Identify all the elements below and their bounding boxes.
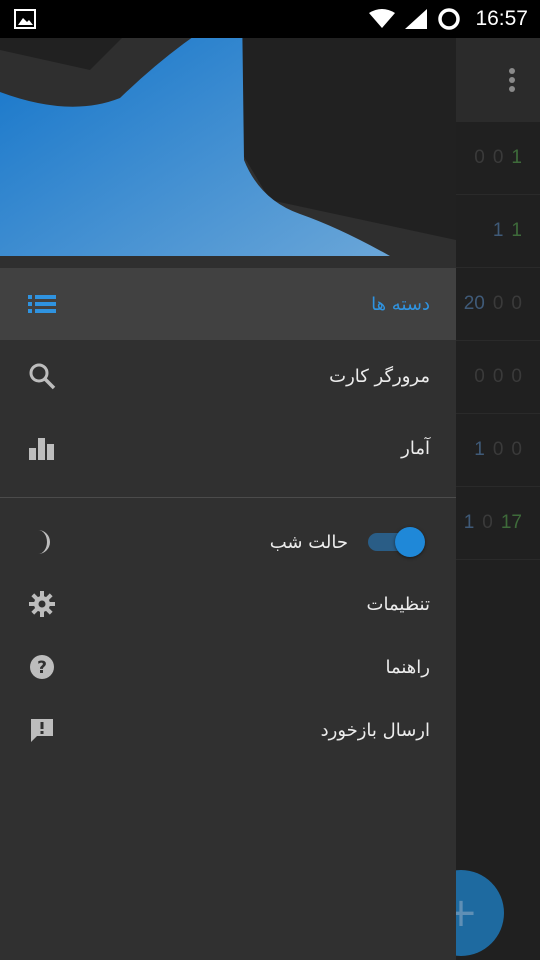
wifi-icon [369, 9, 396, 28]
table-row[interactable]: 0 0 0 [456, 341, 540, 414]
row-value: 0 [474, 366, 485, 387]
row-value: 0 [511, 293, 522, 314]
gear-icon [28, 590, 56, 618]
menu-item-label: آمار [401, 437, 430, 459]
row-value: 0 [492, 439, 504, 460]
signal-icon [405, 9, 428, 29]
feedback-icon [28, 716, 56, 744]
help-icon: ? [28, 653, 56, 681]
menu-item-label: راهنما [385, 656, 430, 678]
night-mode-toggle[interactable] [368, 527, 426, 557]
svg-text:?: ? [37, 658, 47, 678]
menu-item-card-browser[interactable]: مرورگر کارت [0, 340, 456, 412]
row-value: 0 [474, 147, 485, 168]
row-value: 0 [492, 293, 504, 314]
menu-item-statistics[interactable]: آمار [0, 412, 456, 484]
row-value: 0 [492, 147, 504, 168]
menu-item-label: مرورگر کارت [329, 365, 430, 387]
navigation-drawer: دسته ها مرورگر کارت آمار حالت شب تنظیمات… [0, 0, 456, 960]
row-value: 0 [492, 366, 504, 387]
menu-item-help[interactable]: ? راهنما [0, 631, 456, 703]
row-value: 1 [511, 220, 522, 241]
list-icon [28, 290, 56, 318]
row-value: 1 [511, 147, 522, 168]
overflow-menu-icon[interactable] [508, 68, 516, 94]
divider [0, 497, 456, 498]
row-value: 1 [492, 220, 504, 241]
clock: 16:57 [475, 7, 528, 30]
battery-circle-icon [438, 8, 461, 30]
row-value: 17 [500, 512, 522, 533]
row-value: 0 [482, 512, 493, 533]
deck-list: 0 0 1 1 1 20 0 0 0 0 0 1 0 0 1 0 17 [456, 122, 540, 560]
table-row[interactable]: 1 0 0 [456, 414, 540, 487]
search-icon [28, 362, 56, 390]
night-mode-label: حالت شب [269, 531, 348, 553]
table-row[interactable]: 20 0 0 [456, 268, 540, 341]
drawer-header [0, 0, 456, 268]
table-row[interactable]: 0 0 1 [456, 122, 540, 195]
row-value: 1 [474, 439, 485, 460]
image-icon [14, 9, 36, 29]
menu-item-label: دسته ها [371, 293, 430, 315]
bar-chart-icon [28, 434, 56, 462]
menu-item-decks[interactable]: دسته ها [0, 268, 456, 340]
row-value: 0 [511, 439, 522, 460]
menu-item-label: تنظیمات [366, 593, 430, 615]
row-value: 1 [463, 512, 475, 533]
toggle-thumb [395, 527, 425, 557]
status-bar: 16:57 [0, 0, 540, 38]
row-value: 0 [511, 366, 522, 387]
menu-item-send-feedback[interactable]: ارسال بازخورد [0, 694, 456, 766]
table-row[interactable]: 1 0 17 [456, 487, 540, 560]
moon-icon [28, 528, 56, 556]
menu-item-settings[interactable]: تنظیمات [0, 568, 456, 640]
menu-item-label: ارسال بازخورد [320, 719, 430, 741]
header-artwork [0, 0, 456, 268]
row-value: 20 [463, 293, 485, 314]
table-row[interactable]: 1 1 [456, 195, 540, 268]
